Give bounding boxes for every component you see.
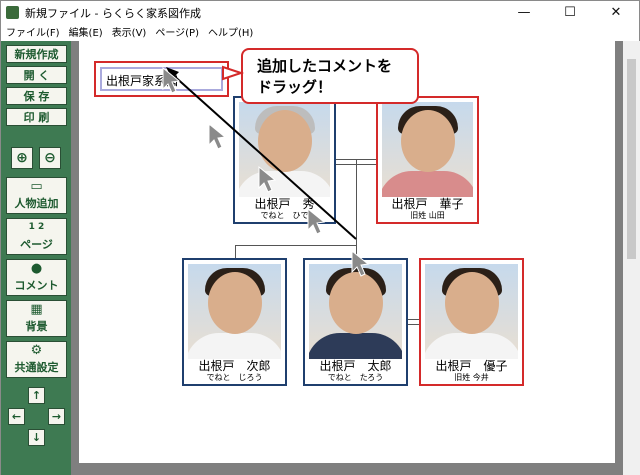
- speech-bubble-icon: ●: [30, 261, 43, 276]
- background-button[interactable]: ▦ 背景: [6, 300, 67, 337]
- gear-icon: ⚙: [30, 343, 43, 358]
- instruction-callout: 追加したコメントを ドラッグ！: [241, 48, 419, 104]
- person-reading: でねと たろう: [327, 373, 384, 382]
- comment-text[interactable]: 出根戸家系図: [100, 67, 223, 91]
- person-card-jiro[interactable]: 出根戸 次郎 でねと じろう: [182, 258, 287, 386]
- new-button[interactable]: 新規作成: [6, 45, 67, 63]
- menu-bar: ファイル(F) 編集(E) 表示(V) ページ(P) ヘルプ(H): [1, 23, 639, 40]
- person-reading: でねと ひで: [260, 211, 309, 220]
- background-label: 背景: [25, 320, 48, 333]
- title-bar: 新規ファイル - らくらく家系図作成 — ☐ ✕: [1, 1, 639, 23]
- family-tree-canvas[interactable]: [79, 41, 615, 463]
- print-button[interactable]: 印 刷: [6, 108, 67, 126]
- person-card-yuko[interactable]: 出根戸 優子 旧姓 今井: [419, 258, 524, 386]
- pattern-icon: ▦: [30, 302, 43, 317]
- window-title: 新規ファイル - らくらく家系図作成: [25, 7, 201, 20]
- comment-box[interactable]: 出根戸家系図: [94, 61, 229, 97]
- add-person-button[interactable]: ▭ 人物追加: [6, 177, 67, 214]
- comment-label: コメント: [14, 279, 59, 292]
- person-reading: 旧姓 今井: [454, 373, 489, 382]
- settings-label: 共通設定: [14, 361, 59, 374]
- arrow-left-icon[interactable]: ←: [8, 408, 25, 425]
- child-line: [235, 245, 236, 259]
- maximize-icon[interactable]: ☐: [547, 1, 593, 23]
- tool-sidebar: 新規作成 開 く 保 存 印 刷 ⊕ ⊖ ▭ 人物追加 1 2 ページ ● コメ…: [1, 41, 71, 475]
- callout-line-2: ドラッグ！: [257, 78, 333, 96]
- menu-edit[interactable]: 編集(E): [64, 24, 107, 39]
- arrow-up-icon[interactable]: ↑: [28, 387, 45, 404]
- sibling-line: [235, 245, 357, 246]
- person-card-father[interactable]: 出根戸 秀 でねと ひで: [233, 96, 336, 224]
- add-person-label: 人物追加: [14, 197, 59, 210]
- menu-view[interactable]: 表示(V): [107, 24, 151, 39]
- person-photo: [188, 264, 281, 359]
- descent-line: [356, 159, 357, 245]
- callout-line-1: 追加したコメントを: [257, 57, 393, 75]
- minimize-icon[interactable]: —: [501, 1, 547, 23]
- scrollbar-thumb[interactable]: [627, 59, 636, 259]
- page-numbers-icon: 1 2: [28, 222, 45, 232]
- person-photo: [382, 102, 473, 197]
- person-photo: [309, 264, 402, 359]
- app-window: 新規ファイル - らくらく家系図作成 — ☐ ✕ ファイル(F) 編集(E) 表…: [0, 0, 640, 475]
- child-line: [356, 245, 357, 259]
- menu-file[interactable]: ファイル(F): [1, 24, 64, 39]
- page-button[interactable]: 1 2 ページ: [6, 218, 67, 255]
- open-button[interactable]: 開 く: [6, 66, 67, 84]
- app-icon: [6, 6, 19, 19]
- menu-help[interactable]: ヘルプ(H): [203, 24, 257, 39]
- close-icon[interactable]: ✕: [593, 1, 639, 23]
- save-button[interactable]: 保 存: [6, 87, 67, 105]
- person-photo: [425, 264, 518, 359]
- person-photo: [239, 102, 330, 197]
- arrow-down-icon[interactable]: ↓: [28, 429, 45, 446]
- person-reading: 旧姓 山田: [410, 211, 445, 220]
- zoom-out-icon[interactable]: ⊖: [39, 147, 61, 169]
- page-label: ページ: [20, 238, 53, 251]
- menu-page[interactable]: ページ(P): [150, 24, 203, 39]
- person-card-taro[interactable]: 出根戸 太郎 でねと たろう: [303, 258, 408, 386]
- settings-button[interactable]: ⚙ 共通設定: [6, 341, 67, 378]
- zoom-in-icon[interactable]: ⊕: [11, 147, 33, 169]
- person-card-mother[interactable]: 出根戸 華子 旧姓 山田: [376, 96, 479, 224]
- comment-button[interactable]: ● コメント: [6, 259, 67, 296]
- arrow-right-icon[interactable]: →: [48, 408, 65, 425]
- person-reading: でねと じろう: [206, 373, 263, 382]
- person-frame-icon: ▭: [30, 179, 43, 194]
